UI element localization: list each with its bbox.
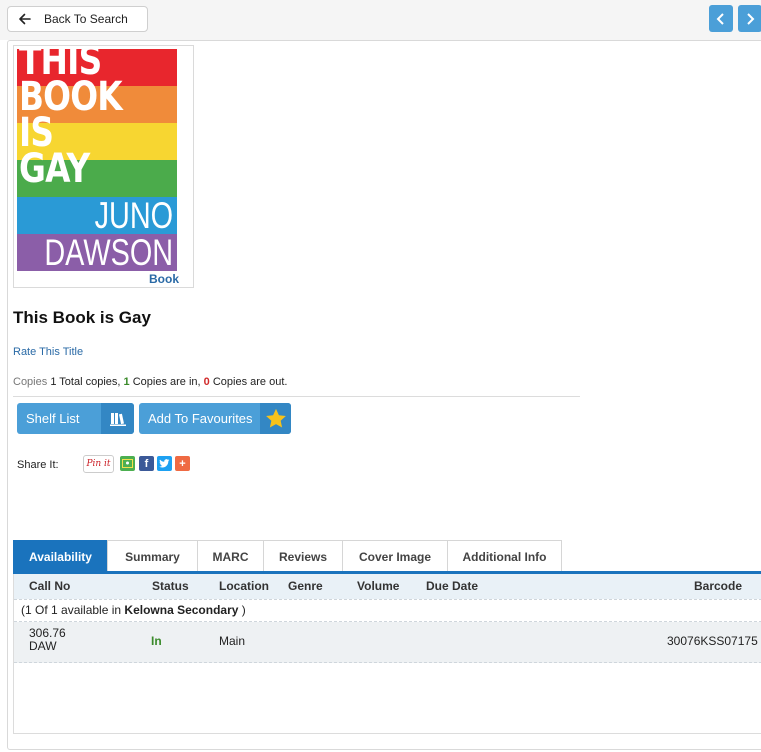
tab-additional-info[interactable]: Additional Info: [447, 540, 562, 572]
share-label: Share It:: [17, 459, 59, 471]
back-to-search-button[interactable]: Back To Search: [7, 6, 148, 32]
previous-record-button[interactable]: [709, 5, 733, 32]
barcode-cell: 30076KSS07175: [667, 634, 758, 648]
library-group-row: (1 Of 1 available in Kelowna Secondary ): [14, 599, 761, 622]
shelf-list-label: Shelf List: [26, 411, 80, 426]
divider: [13, 396, 580, 397]
books-icon: [101, 403, 134, 434]
add-to-favourites-button[interactable]: Add To Favourites: [139, 403, 291, 434]
plus-share-icon[interactable]: +: [175, 456, 190, 471]
column-volume[interactable]: Volume: [357, 579, 399, 593]
column-call-no[interactable]: Call No: [29, 579, 70, 593]
material-type-label: Book: [149, 272, 179, 286]
tab-availability[interactable]: Availability: [13, 540, 108, 572]
column-barcode[interactable]: Barcode: [694, 579, 742, 593]
tab-marc[interactable]: MARC: [197, 540, 264, 572]
total-copies-count: 1: [50, 376, 57, 388]
table-header: Call No Status Location Genre Volume Due…: [14, 574, 761, 599]
copies-summary: Copies 1 Total copies, 1 Copies are in, …: [13, 376, 287, 388]
cover-title-line-4: GAY: [19, 146, 90, 192]
star-icon: [260, 403, 291, 434]
top-bar: Back To Search: [0, 0, 761, 40]
location-cell: Main: [219, 634, 246, 648]
tab-cover-image[interactable]: Cover Image: [342, 540, 448, 572]
record-tabs: Availability Summary MARC Reviews Cover …: [13, 540, 562, 572]
total-copies-text: Total copies,: [59, 376, 121, 388]
chevron-right-icon: [747, 12, 755, 25]
copies-in-text: Copies are in,: [132, 376, 201, 388]
copies-out-text: Copies are out.: [212, 376, 288, 388]
library-name: Kelowna Secondary: [124, 603, 239, 617]
facebook-icon[interactable]: f: [139, 456, 154, 471]
record-title: This Book is Gay: [13, 308, 151, 327]
chevron-left-icon: [716, 12, 724, 25]
book-cover-image[interactable]: THIS BOOK IS GAY JUNO DAWSON: [17, 49, 177, 271]
call-number-line-2: DAW: [29, 639, 57, 653]
back-to-search-label: Back To Search: [44, 12, 128, 26]
column-genre[interactable]: Genre: [288, 579, 323, 593]
add-to-favourites-label: Add To Favourites: [148, 411, 253, 426]
table-row[interactable]: 306.76 DAW In Main 30076KSS07175: [14, 622, 761, 663]
shelf-list-button[interactable]: Shelf List: [17, 403, 134, 434]
column-status[interactable]: Status: [152, 579, 189, 593]
pinterest-pin-it-button[interactable]: Pin it: [83, 455, 114, 473]
tab-summary[interactable]: Summary: [107, 540, 198, 572]
tab-reviews[interactable]: Reviews: [263, 540, 343, 572]
copies-out-count: 0: [203, 376, 210, 388]
copies-label: Copies: [13, 376, 48, 388]
availability-table: Call No Status Location Genre Volume Due…: [13, 574, 761, 734]
arrow-left-icon: [19, 13, 31, 25]
copies-in-count: 1: [123, 376, 130, 388]
group-prefix: (1 Of 1 available in: [21, 603, 122, 617]
status-cell: In: [151, 634, 162, 648]
rate-this-title-link[interactable]: Rate This Title: [13, 346, 83, 358]
next-record-button[interactable]: [738, 5, 761, 32]
twitter-icon[interactable]: [157, 456, 172, 471]
cover-author-line-1: JUNO: [94, 195, 173, 236]
column-location[interactable]: Location: [219, 579, 269, 593]
cover-author-line-2: DAWSON: [44, 232, 173, 271]
group-suffix: ): [241, 603, 246, 617]
call-number-cell: 306.76 DAW: [29, 627, 66, 653]
google-classroom-icon[interactable]: [120, 456, 135, 471]
column-due-date[interactable]: Due Date: [426, 579, 478, 593]
